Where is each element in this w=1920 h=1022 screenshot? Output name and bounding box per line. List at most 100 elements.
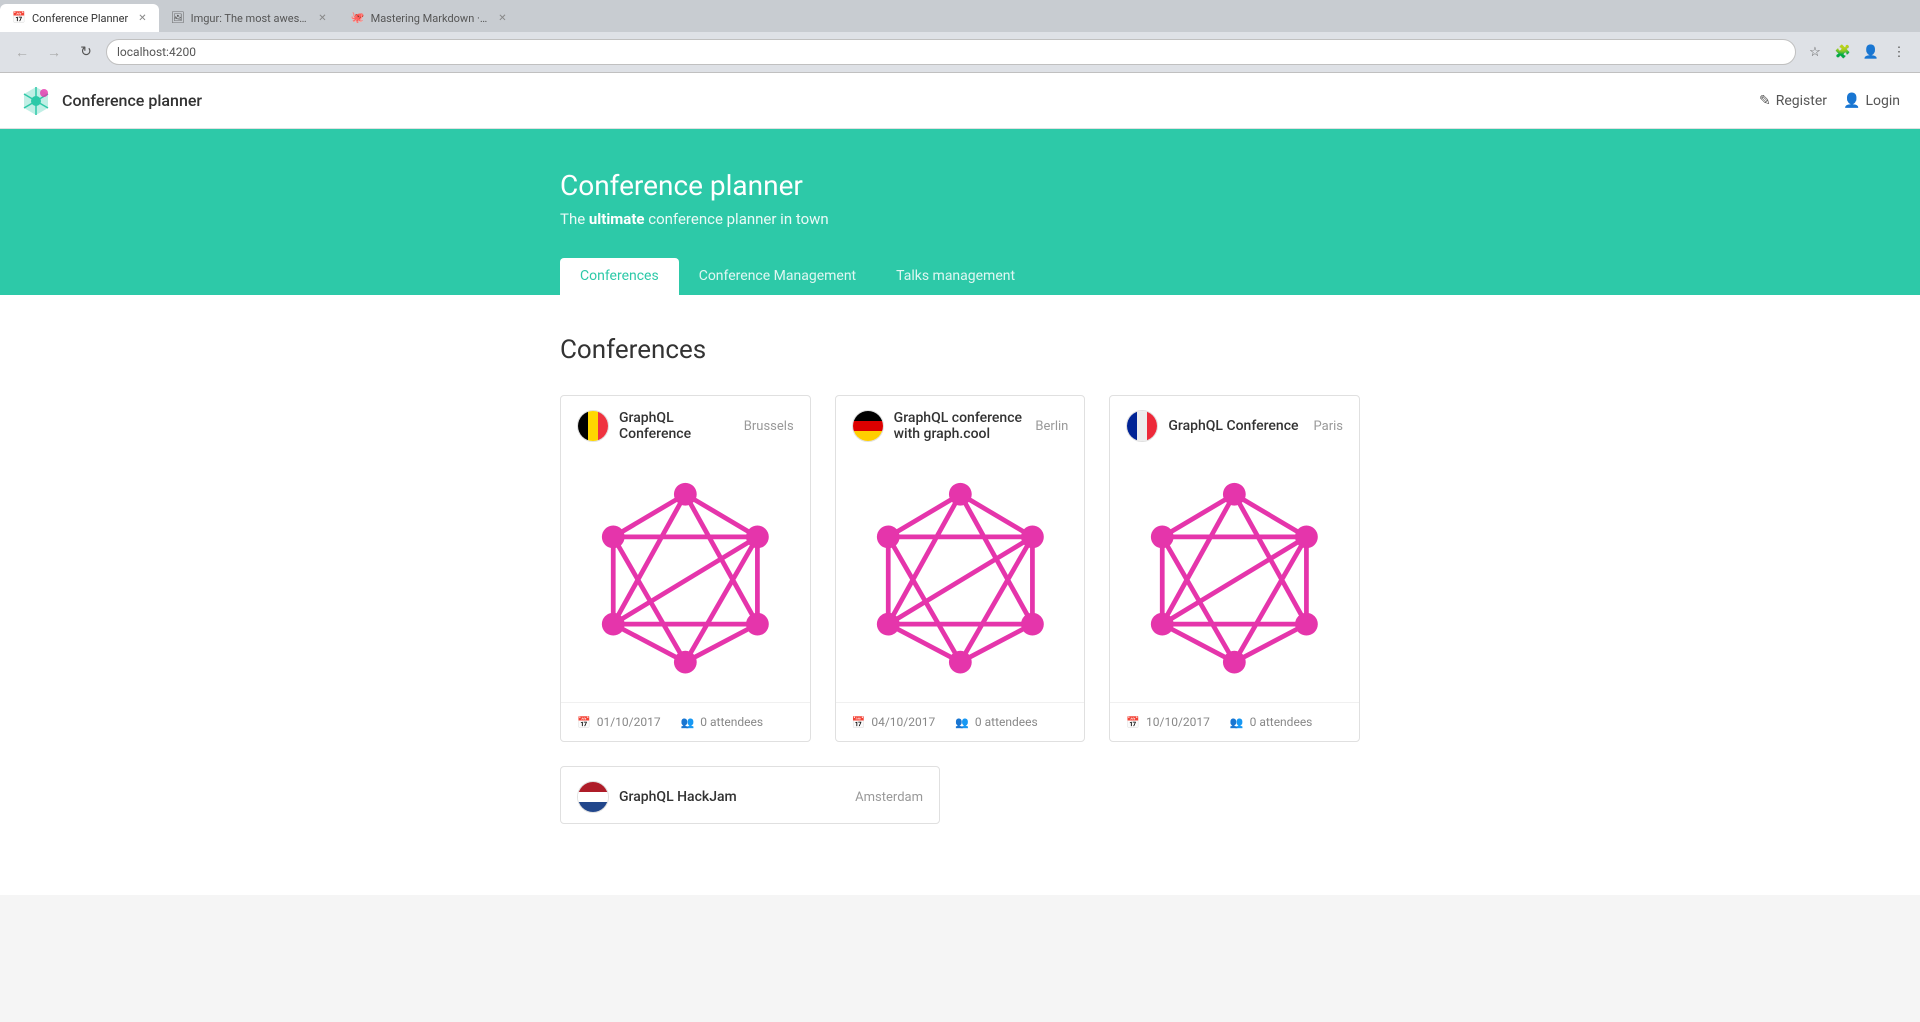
login-label: Login bbox=[1865, 93, 1900, 109]
subtitle-suffix: conference planner in town bbox=[645, 210, 829, 228]
tab-favicon-3: 🐙 bbox=[351, 11, 365, 25]
conference-city-amsterdam: Amsterdam bbox=[855, 790, 923, 805]
card-footer-paris: 📅 10/10/2017 👥 0 attendees bbox=[1110, 702, 1359, 741]
card-footer-brussels: 📅 01/10/2017 👥 0 attendees bbox=[561, 702, 810, 741]
card-header-berlin: GraphQL conference with graph.cool Berli… bbox=[836, 396, 1085, 452]
card-header-left-brussels: GraphQL Conference bbox=[577, 410, 744, 442]
tab-conferences[interactable]: Conferences bbox=[560, 258, 679, 296]
card-image-brussels: .gql-line{stroke:#e535ab;stroke-width:5;… bbox=[561, 452, 810, 702]
logo-icon bbox=[20, 85, 52, 117]
browser-chrome: 📅 Conference Planner ✕ 🖼 Imgur: The most… bbox=[0, 0, 1920, 73]
hero-title: Conference planner bbox=[560, 169, 1360, 202]
refresh-button[interactable]: ↻ bbox=[74, 40, 98, 64]
flag-amsterdam bbox=[577, 781, 609, 813]
date-paris: 10/10/2017 bbox=[1146, 715, 1210, 729]
conference-grid: GraphQL Conference Brussels .gql-line{st… bbox=[560, 395, 1360, 742]
conference-card-berlin[interactable]: GraphQL conference with graph.cool Berli… bbox=[835, 395, 1086, 742]
attendees-icon-brussels: 👥 bbox=[681, 716, 695, 729]
browser-tab-3[interactable]: 🐙 Mastering Markdown · GitH... ✕ bbox=[339, 4, 519, 32]
card-footer-berlin: 📅 04/10/2017 👥 0 attendees bbox=[836, 702, 1085, 741]
back-button[interactable]: ← bbox=[10, 40, 34, 64]
browser-tab-1[interactable]: 📅 Conference Planner ✕ bbox=[0, 4, 159, 32]
extensions-icon[interactable]: 🧩 bbox=[1832, 41, 1854, 63]
footer-date-brussels: 📅 01/10/2017 bbox=[577, 715, 661, 729]
card-header-left-amsterdam: GraphQL HackJam bbox=[577, 781, 737, 813]
hero-banner: Conference planner The ultimate conferen… bbox=[0, 129, 1920, 295]
subtitle-prefix: The bbox=[560, 210, 589, 228]
tab-talks-management[interactable]: Talks management bbox=[876, 258, 1035, 296]
tab-title-1: Conference Planner bbox=[32, 12, 128, 25]
date-brussels: 01/10/2017 bbox=[597, 715, 661, 729]
tab-favicon-1: 📅 bbox=[12, 11, 26, 25]
card-image-berlin: .gql-line{stroke:#e535ab;stroke-width:5;… bbox=[836, 452, 1085, 702]
card-header-left-berlin: GraphQL conference with graph.cool bbox=[852, 410, 1036, 442]
register-link[interactable]: ✎ Register bbox=[1759, 93, 1827, 109]
section-title: Conferences bbox=[560, 335, 1360, 365]
conference-city-berlin: Berlin bbox=[1035, 419, 1068, 434]
conference-name-paris: GraphQL Conference bbox=[1168, 418, 1298, 434]
tab-close-3[interactable]: ✕ bbox=[498, 13, 506, 24]
conference-city-brussels: Brussels bbox=[744, 419, 794, 434]
app-navbar: Conference planner ✎ Register 👤 Login bbox=[0, 73, 1920, 129]
card-header-paris: GraphQL Conference Paris bbox=[1110, 396, 1359, 452]
tab-close-1[interactable]: ✕ bbox=[138, 13, 146, 24]
conference-card-amsterdam[interactable]: GraphQL HackJam Amsterdam bbox=[560, 766, 940, 824]
address-text: localhost:4200 bbox=[117, 45, 196, 59]
conference-card-brussels[interactable]: GraphQL Conference Brussels .gql-line{st… bbox=[560, 395, 811, 742]
conference-city-paris: Paris bbox=[1314, 419, 1343, 434]
subtitle-bold: ultimate bbox=[589, 210, 645, 228]
tab-conference-management[interactable]: Conference Management bbox=[679, 258, 876, 296]
footer-date-paris: 📅 10/10/2017 bbox=[1126, 715, 1210, 729]
app-nav-right: ✎ Register 👤 Login bbox=[1759, 93, 1900, 109]
calendar-icon-paris: 📅 bbox=[1126, 716, 1140, 729]
card-image-paris: .gql-line{stroke:#e535ab;stroke-width:5;… bbox=[1110, 452, 1359, 702]
menu-icon[interactable]: ⋮ bbox=[1888, 41, 1910, 63]
app-logo: Conference planner bbox=[20, 85, 202, 117]
hero-subtitle: The ultimate conference planner in town bbox=[560, 210, 1360, 228]
register-label: Register bbox=[1776, 93, 1827, 109]
footer-attendees-berlin: 👥 0 attendees bbox=[955, 715, 1037, 729]
login-link[interactable]: 👤 Login bbox=[1843, 93, 1900, 109]
main-content: Conferences GraphQL Conference bbox=[0, 295, 1920, 895]
content-inner: Conferences GraphQL Conference bbox=[360, 335, 1560, 824]
flag-berlin bbox=[852, 410, 884, 442]
attendees-berlin: 0 attendees bbox=[975, 715, 1038, 729]
browser-toolbar: ← → ↻ localhost:4200 ☆ 🧩 👤 ⋮ bbox=[0, 32, 1920, 72]
login-icon: 👤 bbox=[1843, 93, 1860, 109]
register-icon: ✎ bbox=[1759, 93, 1771, 109]
flag-brussels bbox=[577, 410, 609, 442]
toolbar-right: ☆ 🧩 👤 ⋮ bbox=[1804, 41, 1910, 63]
calendar-icon-brussels: 📅 bbox=[577, 716, 591, 729]
footer-date-berlin: 📅 04/10/2017 bbox=[852, 715, 936, 729]
conference-card-paris[interactable]: GraphQL Conference Paris .gql-line{strok… bbox=[1109, 395, 1360, 742]
card-header-brussels: GraphQL Conference Brussels bbox=[561, 396, 810, 452]
tab-close-2[interactable]: ✕ bbox=[318, 13, 326, 24]
hero-content: Conference planner The ultimate conferen… bbox=[360, 169, 1560, 295]
browser-tab-2[interactable]: 🖼 Imgur: The most awesome i... ✕ bbox=[159, 4, 339, 32]
attendees-icon-berlin: 👥 bbox=[955, 716, 969, 729]
date-berlin: 04/10/2017 bbox=[871, 715, 935, 729]
tab-favicon-2: 🖼 bbox=[171, 11, 185, 25]
attendees-brussels: 0 attendees bbox=[700, 715, 763, 729]
conference-name-brussels: GraphQL Conference bbox=[619, 410, 744, 442]
card-header-amsterdam: GraphQL HackJam Amsterdam bbox=[561, 767, 939, 823]
footer-attendees-brussels: 👥 0 attendees bbox=[681, 715, 763, 729]
tab-title-3: Mastering Markdown · GitH... bbox=[371, 12, 489, 25]
tab-title-2: Imgur: The most awesome i... bbox=[191, 12, 309, 25]
calendar-icon-berlin: 📅 bbox=[852, 716, 866, 729]
attendees-icon-paris: 👥 bbox=[1230, 716, 1244, 729]
card-header-left-paris: GraphQL Conference bbox=[1126, 410, 1298, 442]
forward-button[interactable]: → bbox=[42, 40, 66, 64]
conference-name-berlin: GraphQL conference with graph.cool bbox=[894, 410, 1036, 442]
app-logo-text: Conference planner bbox=[62, 91, 202, 110]
footer-attendees-paris: 👥 0 attendees bbox=[1230, 715, 1312, 729]
attendees-paris: 0 attendees bbox=[1250, 715, 1313, 729]
profile-icon[interactable]: 👤 bbox=[1860, 41, 1882, 63]
hero-tabs: Conferences Conference Management Talks … bbox=[560, 258, 1360, 295]
conference-name-amsterdam: GraphQL HackJam bbox=[619, 789, 737, 805]
partial-card-row: GraphQL HackJam Amsterdam bbox=[560, 766, 1360, 824]
flag-paris bbox=[1126, 410, 1158, 442]
browser-tabs: 📅 Conference Planner ✕ 🖼 Imgur: The most… bbox=[0, 0, 1920, 32]
bookmark-icon[interactable]: ☆ bbox=[1804, 41, 1826, 63]
address-bar[interactable]: localhost:4200 bbox=[106, 39, 1796, 65]
